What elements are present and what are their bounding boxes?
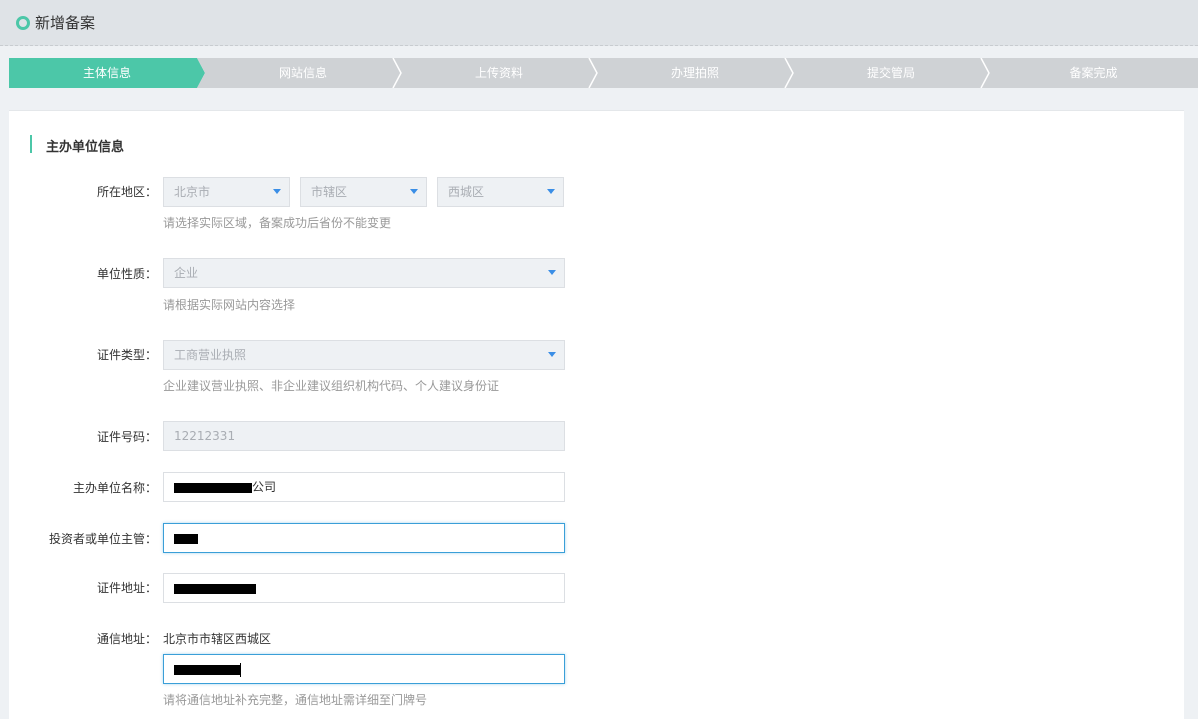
redacted-text: [174, 583, 256, 594]
cert-type-hint: 企业建议营业执照、非企业建议组织机构代码、个人建议身份证: [163, 379, 500, 393]
comm-address-hint: 请将通信地址补充完整，通信地址需详细至门牌号: [163, 693, 428, 707]
chevron-down-icon: [547, 189, 555, 194]
district-value: 西城区: [448, 185, 485, 199]
cert-number-value: 12212331: [174, 429, 236, 443]
cert-address-input[interactable]: [163, 573, 565, 603]
chevron-down-icon: [548, 270, 556, 275]
chevron-down-icon: [410, 189, 418, 194]
comm-address-label: 通信地址：: [96, 632, 157, 646]
chevron-down-icon: [273, 189, 281, 194]
cert-type-label: 证件类型：: [96, 348, 157, 362]
step-progress: 主体信息 网站信息 上传资料 办理拍照 提交管局 备案完成: [9, 58, 1198, 88]
cert-address-label: 证件地址：: [96, 581, 157, 595]
org-name-label: 主办单位名称：: [72, 481, 157, 495]
step-photo[interactable]: 办理拍照: [597, 58, 793, 88]
cert-number-input[interactable]: 12212331: [163, 421, 565, 451]
cert-type-value: 工商营业执照: [174, 348, 247, 362]
cert-type-select[interactable]: 工商营业执照: [163, 340, 565, 370]
unit-nature-value: 企业: [174, 266, 199, 280]
district-select[interactable]: 西城区: [437, 177, 564, 207]
step-submit[interactable]: 提交管局: [793, 58, 989, 88]
province-select[interactable]: 北京市: [163, 177, 290, 207]
unit-nature-label: 单位性质：: [96, 267, 157, 281]
form-card: 主办单位信息 所在地区： 北京市 市辖区 西城区 请选择实际区域，备案成功后省份…: [9, 110, 1184, 719]
unit-nature-select[interactable]: 企业: [163, 258, 565, 288]
page-header: 新增备案: [0, 0, 1198, 46]
city-select[interactable]: 市辖区: [300, 177, 427, 207]
section-accent-bar: [30, 135, 32, 153]
redacted-text: [174, 533, 198, 544]
province-value: 北京市: [174, 185, 211, 199]
section-title: 主办单位信息: [46, 140, 125, 155]
step-main-info[interactable]: 主体信息: [9, 58, 205, 88]
region-label: 所在地区：: [96, 185, 157, 199]
redacted-text: [174, 482, 252, 493]
step-upload[interactable]: 上传资料: [401, 58, 597, 88]
region-hint: 请选择实际区域，备案成功后省份不能变更: [163, 216, 392, 230]
step-complete[interactable]: 备案完成: [989, 58, 1198, 88]
investor-input[interactable]: [163, 523, 565, 553]
cert-number-label: 证件号码：: [96, 430, 157, 444]
comm-address-input[interactable]: [163, 654, 565, 684]
redacted-text: [174, 664, 240, 675]
circle-icon: [16, 16, 30, 30]
city-value: 市辖区: [311, 185, 348, 199]
comm-address-prefix: 北京市市辖区西城区: [163, 632, 272, 646]
unit-nature-hint: 请根据实际网站内容选择: [163, 298, 296, 312]
investor-label: 投资者或单位主管：: [48, 532, 157, 546]
page-title: 新增备案: [35, 14, 96, 32]
chevron-down-icon: [548, 352, 556, 357]
org-name-suffix: 公司: [252, 480, 277, 494]
org-name-input[interactable]: 公司: [163, 472, 565, 502]
step-website-info[interactable]: 网站信息: [205, 58, 401, 88]
text-cursor: [240, 662, 241, 677]
